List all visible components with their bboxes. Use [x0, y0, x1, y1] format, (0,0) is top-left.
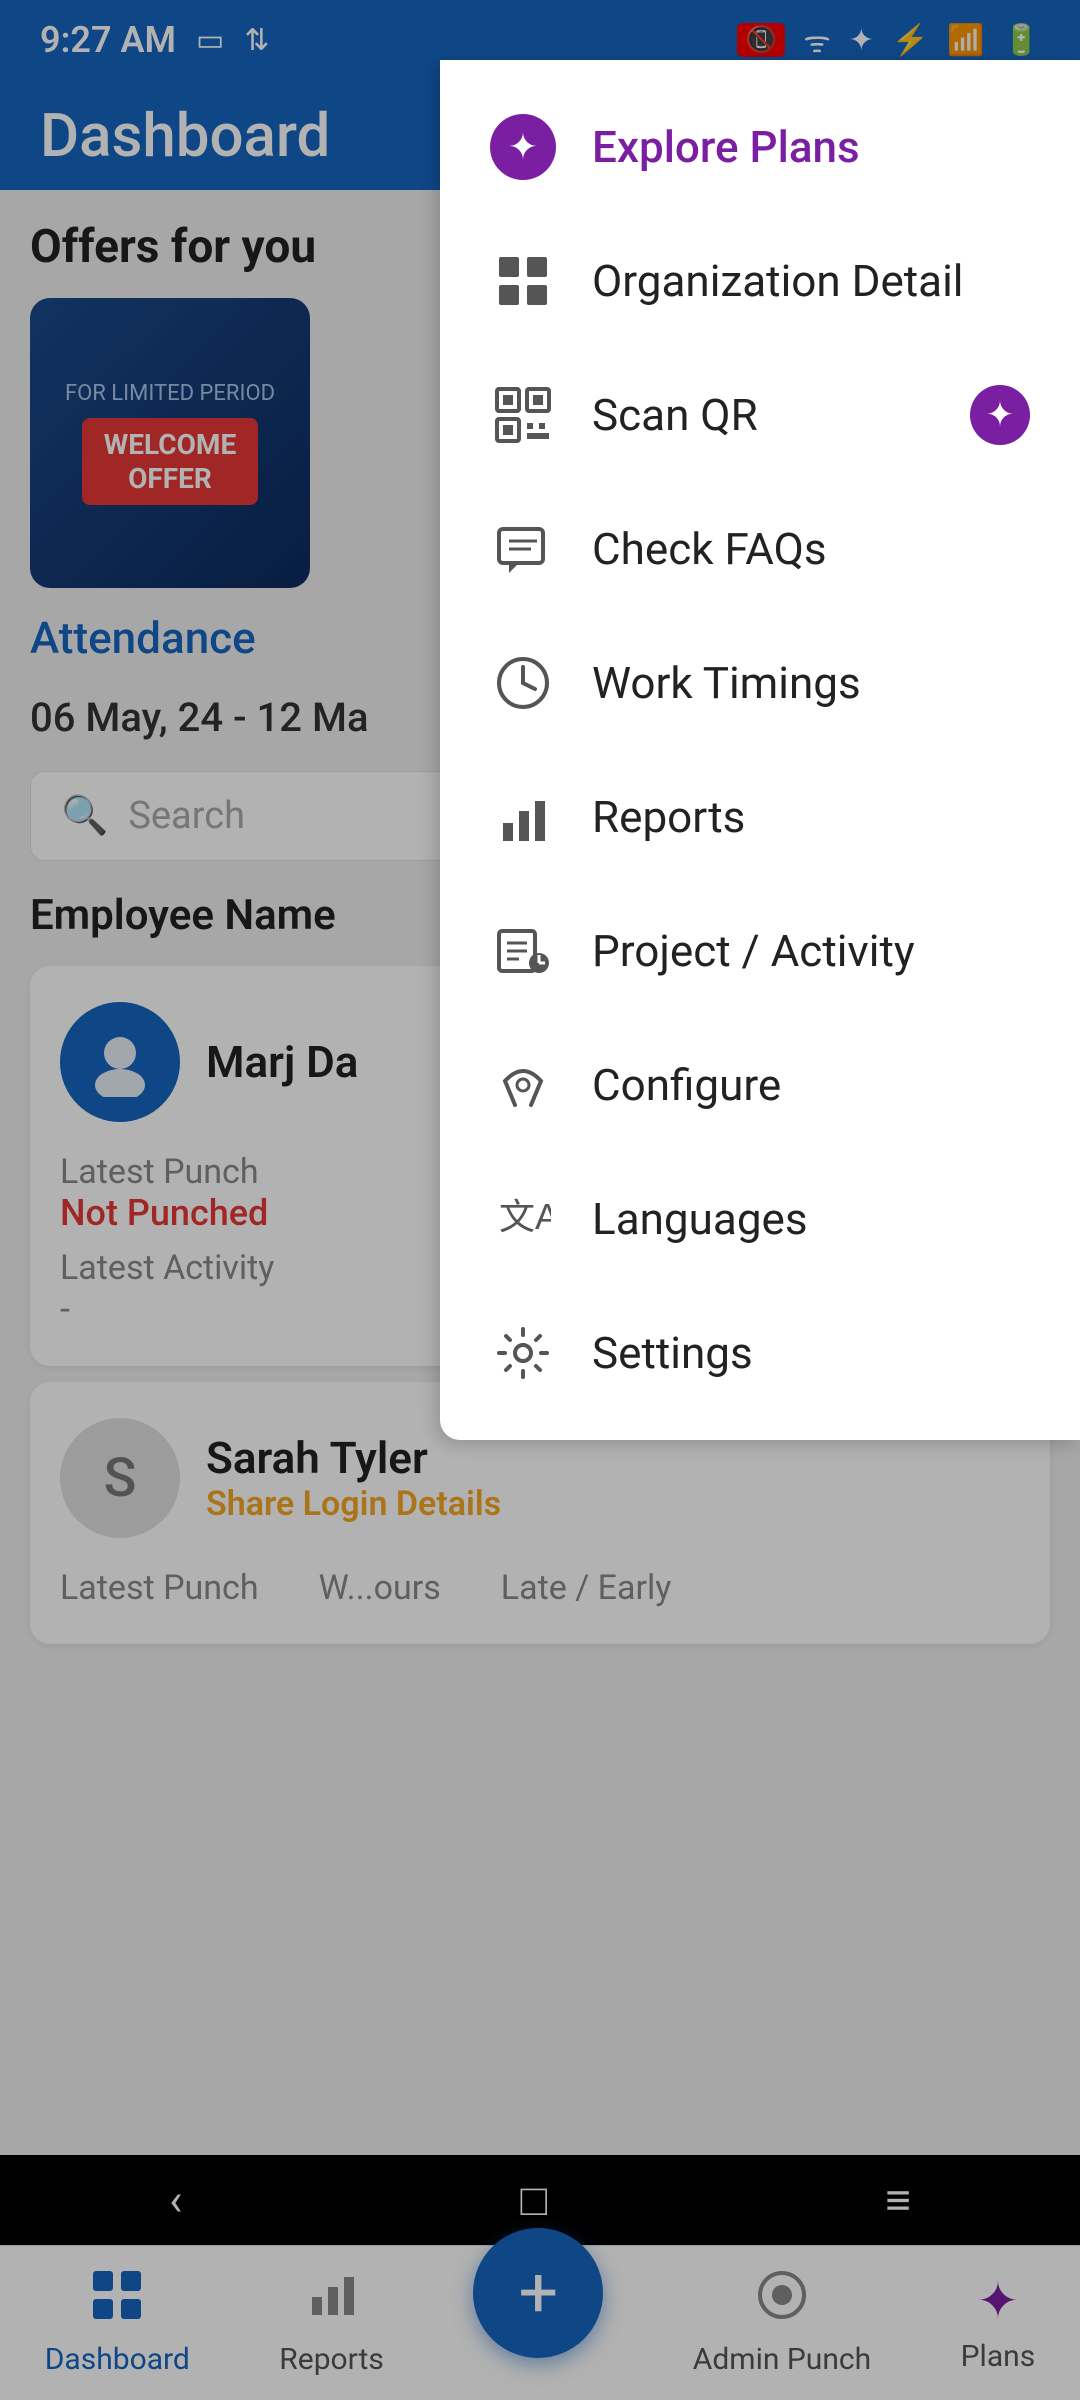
menu-item-work-timings[interactable]: Work Timings [440, 616, 1080, 750]
menu-item-languages[interactable]: 文A Languages [440, 1152, 1080, 1286]
reports-icon [490, 784, 556, 850]
configure-icon [490, 1052, 556, 1118]
menu-label-check-faqs: Check FAQs [592, 523, 827, 575]
scan-qr-badge: ✦ [970, 385, 1030, 445]
menu-item-project-activity[interactable]: Project / Activity [440, 884, 1080, 1018]
menu-item-check-faqs[interactable]: Check FAQs [440, 482, 1080, 616]
menu-label-languages: Languages [592, 1193, 808, 1245]
menu-item-scan-qr[interactable]: Scan QR ✦ [440, 348, 1080, 482]
menu-label-configure: Configure [592, 1059, 781, 1111]
faqs-icon [490, 516, 556, 582]
menu-label-settings: Settings [592, 1327, 753, 1379]
dropdown-menu: ✦ Explore Plans Organization Detail [440, 60, 1080, 1440]
menu-item-reports[interactable]: Reports [440, 750, 1080, 884]
menu-item-settings[interactable]: Settings [440, 1286, 1080, 1420]
menu-label-organization-detail: Organization Detail [592, 255, 964, 307]
menu-label-explore-plans: Explore Plans [592, 121, 860, 173]
menu-item-organization-detail[interactable]: Organization Detail [440, 214, 1080, 348]
overlay-background[interactable]: ✦ Explore Plans Organization Detail [0, 0, 1080, 2400]
menu-label-reports: Reports [592, 791, 745, 843]
menu-item-explore-plans[interactable]: ✦ Explore Plans [440, 80, 1080, 214]
menu-label-project-activity: Project / Activity [592, 925, 915, 977]
languages-icon: 文A [490, 1186, 556, 1252]
menu-item-configure[interactable]: Configure [440, 1018, 1080, 1152]
svg-text:文A: 文A [499, 1196, 551, 1237]
settings-icon [490, 1320, 556, 1386]
menu-label-scan-qr: Scan QR [592, 389, 758, 441]
qr-icon [490, 382, 556, 448]
explore-plans-icon: ✦ [490, 114, 556, 180]
menu-label-work-timings: Work Timings [592, 657, 861, 709]
clock-icon [490, 650, 556, 716]
project-icon [490, 918, 556, 984]
organization-icon [490, 248, 556, 314]
